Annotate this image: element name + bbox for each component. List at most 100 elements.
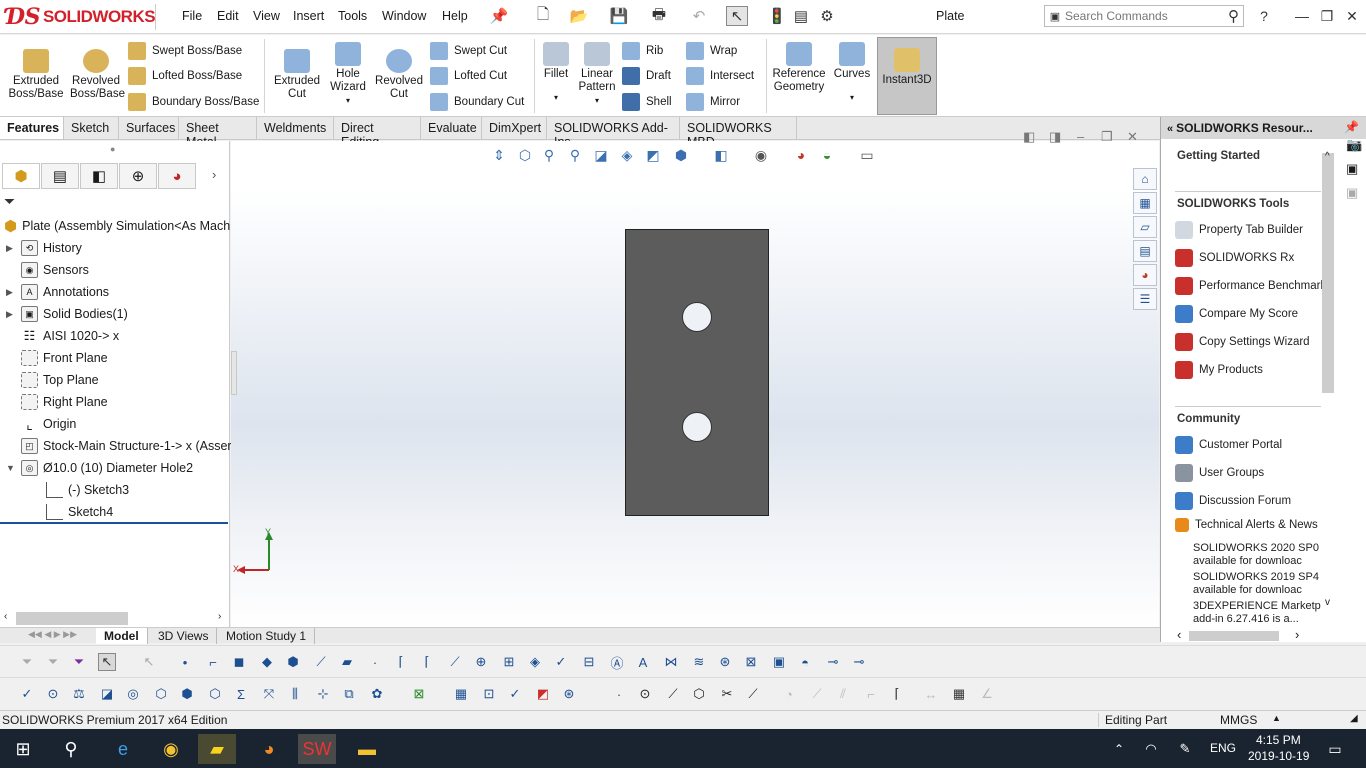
filter-icon[interactable]: ⏷ (4, 193, 15, 210)
tab-evaluate[interactable]: Evaluate (421, 117, 482, 139)
shell-button[interactable]: Shell (622, 93, 672, 111)
wrap-button[interactable]: Wrap (686, 42, 737, 60)
reference-geometry-button[interactable]: Reference Geometry (770, 42, 828, 94)
boundary-cut-button[interactable]: Boundary Cut (430, 93, 524, 111)
open-icon[interactable]: 📂 (568, 6, 590, 26)
pattern-dropdown-icon[interactable]: ▾ (576, 94, 618, 107)
solidworks-taskbar-icon[interactable]: SW (298, 734, 336, 764)
filter-edges-icon[interactable]: ⌐ (204, 653, 222, 671)
fillet-dropdown-icon[interactable]: ▾ (540, 91, 572, 104)
filter-datum-icon[interactable]: ⊟ (580, 653, 598, 671)
rib-button[interactable]: Rib (622, 42, 663, 60)
tool-my-products[interactable]: My Products (1175, 361, 1263, 379)
tree-item-sketch4[interactable]: Sketch4 (46, 501, 113, 523)
minimize-icon[interactable]: — (1290, 5, 1314, 27)
filter-surfaces-icon[interactable]: ◆ (258, 653, 276, 671)
menu-file[interactable]: File (182, 9, 202, 23)
tree-item-origin[interactable]: ⌞ Origin (6, 413, 76, 435)
tree-item-top-plane[interactable]: Top Plane (6, 369, 99, 391)
expand-arrow-icon[interactable]: ▶ (6, 287, 16, 298)
tab-nav-arrows-icon[interactable]: ◀◀ ◀ ▶ ▶▶ (28, 629, 77, 640)
news-item[interactable]: ›3DEXPERIENCE Marketpadd-in 6.27.416 is … (1193, 600, 1323, 626)
clock-time[interactable]: 4:15 PM (1256, 733, 1301, 747)
fillet-button[interactable]: Fillet ▾ (540, 42, 572, 104)
scroll-left-icon[interactable]: ‹ (4, 611, 7, 622)
edit-appearance-icon[interactable]: ◕ (791, 146, 811, 164)
undo-icon[interactable]: ↶ (688, 6, 710, 26)
filter-dowel-icon[interactable]: ⊠ (742, 653, 760, 671)
technical-alerts-news[interactable]: Technical Alerts & News (1175, 518, 1318, 532)
filter-blocks-icon[interactable]: ≋ (690, 653, 708, 671)
tab-weldments[interactable]: Weldments (257, 117, 334, 139)
rx-icon[interactable]: ⊛ (560, 685, 578, 703)
convert-entities-icon[interactable]: ⌐ (862, 685, 880, 703)
tree-item-sensors[interactable]: ◉ Sensors (6, 259, 89, 281)
tool-solidworks-rx[interactable]: SOLIDWORKS Rx (1175, 249, 1294, 267)
line-icon[interactable]: ⟋ (664, 685, 682, 703)
tree-item-annotations[interactable]: ▶ A Annotations (6, 281, 109, 303)
filter-datum-targets-icon[interactable]: A (634, 653, 652, 671)
hole-top[interactable] (682, 302, 712, 332)
view-settings-icon[interactable]: ▭ (857, 146, 877, 164)
file-explorer-icon[interactable]: ▬ (348, 734, 386, 764)
panel-expand-arrow-icon[interactable]: › (212, 167, 216, 182)
filter-toggle-icon[interactable]: ⏷ (44, 653, 62, 671)
hide-show-items-icon[interactable]: ◉ (751, 146, 771, 164)
viewport-restore-icon[interactable]: ❐ (1101, 129, 1113, 145)
revolved-boss-button[interactable]: Revolved Boss/Base (70, 49, 125, 101)
settings-icon[interactable]: ▣ (1346, 161, 1358, 177)
apply-scene-icon[interactable]: ◒ (817, 146, 837, 164)
file-properties-icon[interactable]: ▤ (790, 6, 812, 26)
tree-item-history[interactable]: ▶ ⟲ History (6, 237, 82, 259)
compare-documents-icon[interactable]: ✓ (506, 685, 524, 703)
display-manager-tab-icon[interactable]: ◕ (158, 163, 196, 189)
select-arrow-icon[interactable]: ↖ (98, 653, 116, 671)
chamfer-sketch-icon[interactable]: ⟋ (808, 685, 826, 703)
tool-copy-settings-wizard[interactable]: Copy Settings Wizard (1175, 333, 1310, 351)
hole-wizard-dropdown-icon[interactable]: ▾ (326, 94, 370, 107)
tool-performance-benchmark[interactable]: Performance Benchmark (1175, 277, 1326, 295)
pin-pane-icon[interactable]: 📌 (1344, 120, 1359, 134)
linear-pattern-button[interactable]: Linear Pattern ▾ (576, 42, 618, 107)
file-explorer-icon[interactable]: ▱ (1133, 216, 1157, 238)
network-icon[interactable]: ◠ (1132, 734, 1170, 764)
intersect-button[interactable]: Intersect (686, 67, 754, 85)
custom-properties-icon[interactable]: ☰ (1133, 288, 1157, 310)
menu-insert[interactable]: Insert (293, 9, 324, 23)
tree-item-right-plane[interactable]: Right Plane (6, 391, 108, 413)
mirror-button[interactable]: Mirror (686, 93, 740, 111)
tab-model[interactable]: Model (96, 628, 148, 644)
menu-tools[interactable]: Tools (338, 9, 367, 23)
check-icon[interactable]: ◎ (124, 685, 142, 703)
community-customer-portal[interactable]: Customer Portal (1175, 436, 1282, 454)
hole-wizard-button[interactable]: Hole Wizard ▾ (326, 42, 370, 107)
feature-statistics-icon[interactable]: ⧉ (340, 685, 358, 703)
smart-dimension-icon[interactable]: ↔ (922, 685, 940, 703)
collapse-pane-icon[interactable]: « (1167, 123, 1173, 135)
tab-mbd[interactable]: SOLIDWORKS MBD (680, 117, 797, 149)
tree-item-front-plane[interactable]: Front Plane (6, 347, 108, 369)
appearances-icon[interactable]: ◕ (1133, 264, 1157, 286)
search-commands-input[interactable]: ▣ Search Commands ⚲ (1044, 5, 1244, 27)
import-diagnostics-icon[interactable]: ⬡ (206, 685, 224, 703)
swept-boss-button[interactable]: Swept Boss/Base (128, 42, 242, 60)
pen-icon[interactable]: ✎ (1166, 734, 1204, 764)
curvature-icon[interactable]: ⤧ (260, 685, 278, 703)
horizontal-scrollbar[interactable] (1189, 631, 1279, 641)
filter-midpoints-icon[interactable]: ⊕ (472, 653, 490, 671)
select-other-icon[interactable]: ↖ (140, 653, 158, 671)
expand-arrow-icon[interactable]: ▶ (6, 243, 16, 254)
tree-item-sketch3[interactable]: (-) Sketch3 (46, 479, 129, 501)
menu-window[interactable]: Window (382, 9, 426, 23)
point-icon[interactable]: · (610, 685, 628, 703)
measure-icon[interactable]: ⊙ (44, 685, 62, 703)
units-selector[interactable]: MMGS (1220, 713, 1257, 727)
section-view-icon[interactable]: ◪ (591, 146, 611, 164)
lofted-boss-button[interactable]: Lofted Boss/Base (128, 67, 242, 85)
tree-item-stock[interactable]: ◰ Stock-Main Structure-1-> x (Asser (6, 435, 232, 457)
tab-3d-views[interactable]: 3D Views (150, 628, 218, 644)
notifications-icon[interactable]: ▭ (1316, 734, 1354, 764)
fix-error-icon[interactable]: ⊠ (410, 685, 428, 703)
dimxpert-manager-tab-icon[interactable]: ⊕ (119, 163, 157, 189)
search-icon[interactable]: ⚲ (52, 734, 90, 764)
